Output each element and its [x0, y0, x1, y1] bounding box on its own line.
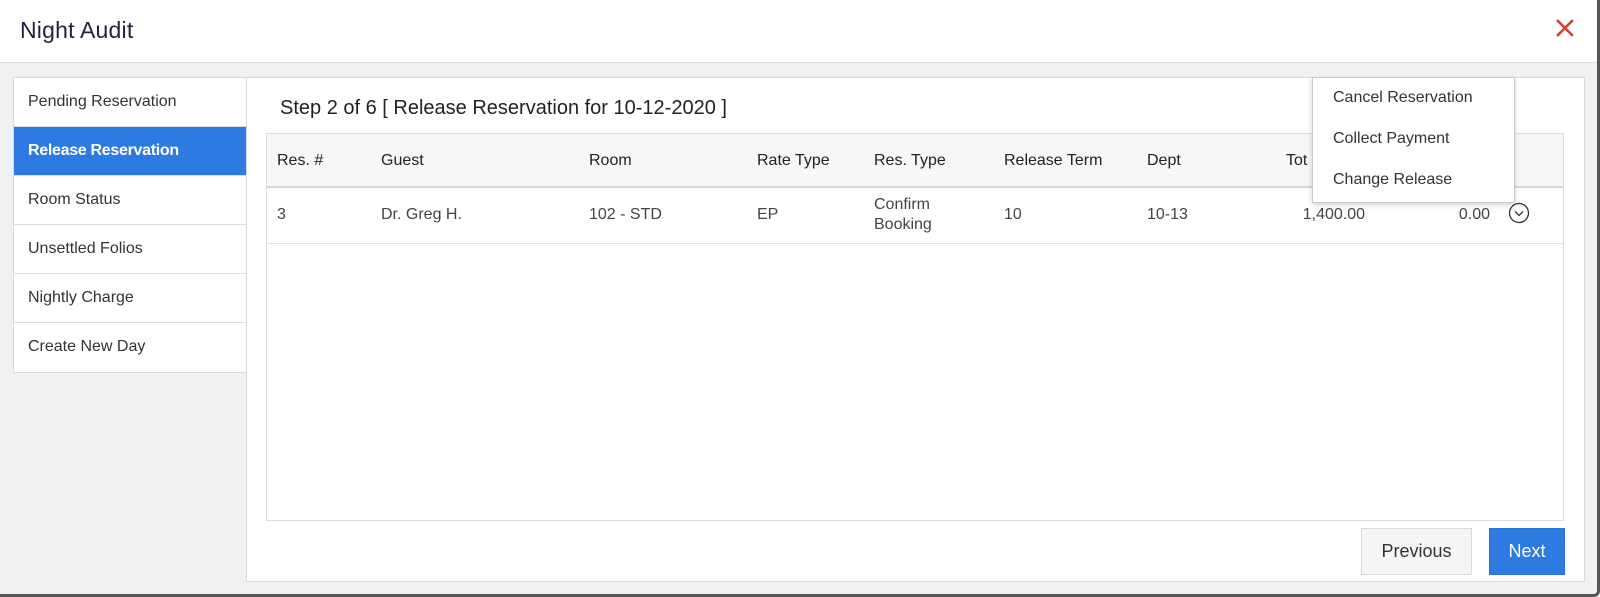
close-button[interactable]: [1551, 14, 1579, 42]
cell-rate-type: EP: [757, 206, 779, 223]
modal-header: Night Audit: [0, 0, 1597, 63]
sidebar-item-unsettled-folios[interactable]: Unsettled Folios: [14, 225, 246, 274]
column-header-release-term[interactable]: Release Term: [1004, 152, 1102, 170]
modal-title: Night Audit: [20, 17, 134, 43]
cell-guest: Dr. Greg H.: [381, 206, 462, 223]
sidebar-item-room-status[interactable]: Room Status: [14, 176, 246, 225]
column-header-room[interactable]: Room: [589, 152, 632, 170]
audit-steps-sidebar: Pending Reservation Release Reservation …: [13, 77, 255, 373]
cell-release-term: 10: [1004, 206, 1022, 223]
column-header-res-type[interactable]: Res. Type: [874, 152, 946, 170]
menu-item-collect-payment[interactable]: Collect Payment: [1333, 130, 1450, 148]
cell-total: 1,400.00: [1302, 206, 1365, 223]
cell-paid: 0.00: [1458, 206, 1490, 223]
sidebar-item-label: Create New Day: [28, 338, 146, 355]
cell-res-type: Confirm Booking: [874, 195, 932, 235]
row-actions-button[interactable]: [1508, 202, 1530, 224]
sidebar-item-create-new-day[interactable]: Create New Day: [14, 323, 246, 372]
sidebar-item-label: Release Reservation: [28, 142, 179, 159]
column-header-dept[interactable]: Dept: [1147, 152, 1181, 170]
menu-item-cancel-reservation[interactable]: Cancel Reservation: [1333, 89, 1473, 107]
sidebar-item-nightly-charge[interactable]: Nightly Charge: [14, 274, 246, 323]
sidebar-item-label: Unsettled Folios: [28, 240, 143, 257]
sidebar-item-pending-reservation[interactable]: Pending Reservation: [14, 78, 246, 127]
close-x-icon: [1556, 19, 1574, 37]
column-header-guest[interactable]: Guest: [381, 152, 424, 170]
sidebar-item-release-reservation[interactable]: Release Reservation: [14, 127, 255, 176]
sidebar-item-label: Nightly Charge: [28, 289, 134, 306]
step-title: Step 2 of 6 [ Release Reservation for 10…: [280, 97, 727, 119]
previous-button[interactable]: Previous: [1361, 528, 1472, 575]
sidebar-item-label: Pending Reservation: [28, 93, 177, 110]
column-header-rate-type[interactable]: Rate Type: [757, 152, 830, 170]
column-header-res-no[interactable]: Res. #: [277, 152, 323, 170]
cell-res-type-line2: Booking: [874, 216, 932, 233]
cell-res-no: 3: [277, 206, 286, 223]
next-button[interactable]: Next: [1489, 528, 1565, 575]
cell-dept: 10-13: [1147, 206, 1188, 223]
chevron-down-circle-icon: [1508, 202, 1530, 224]
column-header-total[interactable]: Tot: [1286, 152, 1307, 170]
cell-res-type-line1: Confirm: [874, 196, 931, 213]
night-audit-modal: Night Audit Pending Reservation Release …: [0, 0, 1600, 597]
row-actions-menu: Cancel Reservation Collect Payment Chang…: [1312, 77, 1515, 203]
sidebar-item-label: Room Status: [28, 191, 121, 208]
menu-item-change-release[interactable]: Change Release: [1333, 171, 1452, 189]
cell-room: 102 - STD: [589, 206, 662, 223]
